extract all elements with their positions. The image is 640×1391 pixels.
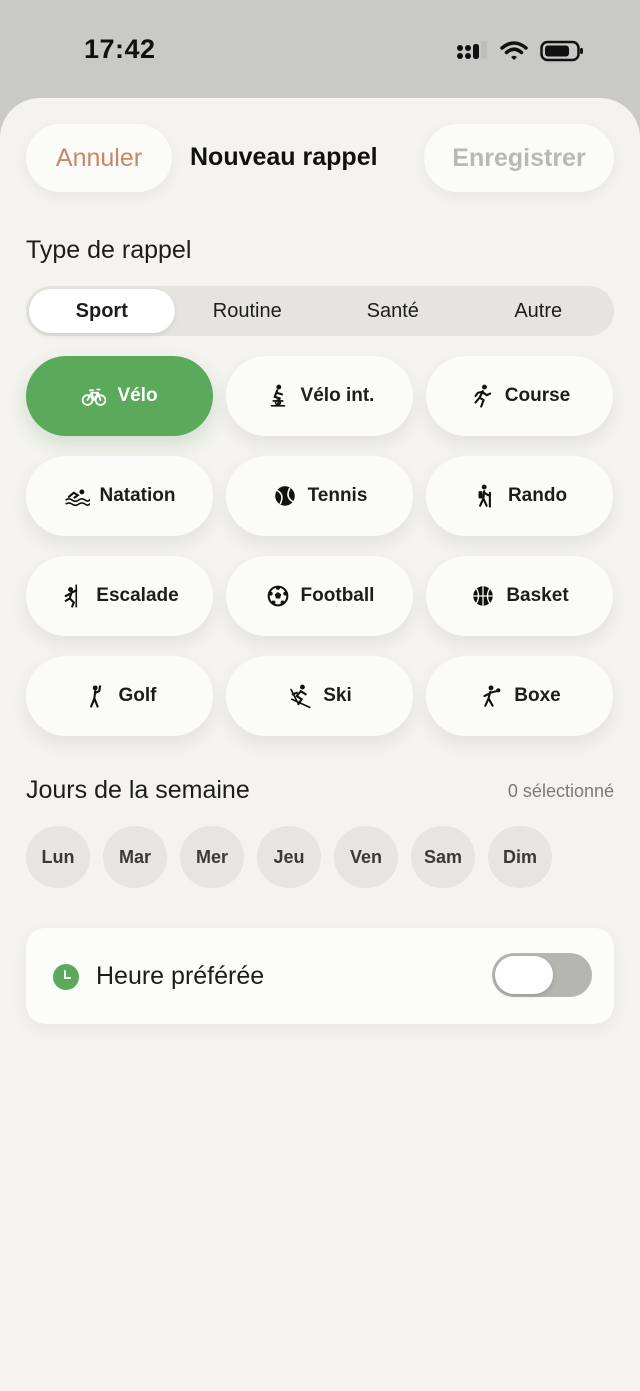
clock-icon bbox=[53, 964, 79, 990]
activity-grid: Vélo Vélo int. Course Natation Tennis Ra… bbox=[26, 356, 614, 736]
activity-label: Escalade bbox=[96, 585, 179, 606]
battery-icon bbox=[540, 40, 584, 67]
status-time: 17:42 bbox=[84, 34, 156, 64]
cancel-button[interactable]: Annuler bbox=[26, 124, 172, 192]
day-dim[interactable]: Dim bbox=[488, 826, 552, 888]
segment-sante[interactable]: Santé bbox=[320, 289, 466, 333]
cellular-signal-icon bbox=[456, 41, 488, 66]
day-sam[interactable]: Sam bbox=[411, 826, 475, 888]
activity-football[interactable]: Football bbox=[226, 556, 413, 636]
weekdays-label: Jours de la semaine bbox=[26, 776, 250, 804]
segment-routine[interactable]: Routine bbox=[175, 289, 321, 333]
boxing-icon bbox=[478, 683, 504, 709]
wifi-icon bbox=[500, 40, 528, 67]
preferred-time-row: Heure préférée bbox=[26, 928, 614, 1024]
activity-boxe[interactable]: Boxe bbox=[426, 656, 613, 736]
toggle-knob bbox=[495, 956, 553, 994]
status-icons bbox=[456, 40, 584, 67]
climbing-icon bbox=[60, 583, 86, 609]
activity-rando[interactable]: Rando bbox=[426, 456, 613, 536]
day-ven[interactable]: Ven bbox=[334, 826, 398, 888]
activity-velo-int[interactable]: Vélo int. bbox=[226, 356, 413, 436]
segment-sport[interactable]: Sport bbox=[29, 289, 175, 333]
activity-escalade[interactable]: Escalade bbox=[26, 556, 213, 636]
new-reminder-sheet: Annuler Nouveau rappel Enregistrer Type … bbox=[0, 98, 640, 1391]
swim-icon bbox=[64, 483, 90, 509]
day-mer[interactable]: Mer bbox=[180, 826, 244, 888]
reminder-type-label: Type de rappel bbox=[26, 236, 192, 264]
weekdays-selected-count: 0 sélectionné bbox=[507, 781, 614, 801]
save-button[interactable]: Enregistrer bbox=[424, 124, 614, 192]
activity-tennis[interactable]: Tennis bbox=[226, 456, 413, 536]
status-bar: 17:42 bbox=[0, 0, 640, 100]
tennis-ball-icon bbox=[272, 483, 298, 509]
activity-ski[interactable]: Ski bbox=[226, 656, 413, 736]
hiking-icon bbox=[472, 483, 498, 509]
activity-label: Vélo bbox=[117, 385, 158, 406]
segment-autre[interactable]: Autre bbox=[466, 289, 612, 333]
preferred-time-label: Heure préférée bbox=[96, 962, 265, 990]
activity-label: Basket bbox=[506, 585, 569, 606]
activity-label: Natation bbox=[99, 485, 176, 506]
weekday-picker: Lun Mar Mer Jeu Ven Sam Dim bbox=[26, 826, 552, 888]
day-lun[interactable]: Lun bbox=[26, 826, 90, 888]
activity-label: Football bbox=[300, 585, 375, 606]
activity-label: Boxe bbox=[514, 685, 561, 706]
run-icon bbox=[469, 383, 495, 409]
reminder-type-segmented-control: Sport Routine Santé Autre bbox=[26, 286, 614, 336]
golf-icon bbox=[83, 683, 109, 709]
basketball-icon bbox=[470, 583, 496, 609]
indoor-cycle-icon bbox=[265, 383, 291, 409]
ski-icon bbox=[287, 683, 313, 709]
sheet-title: Nouveau rappel bbox=[190, 143, 378, 171]
activity-label: Golf bbox=[118, 685, 157, 706]
activity-label: Course bbox=[504, 385, 571, 406]
activity-course[interactable]: Course bbox=[426, 356, 613, 436]
activity-natation[interactable]: Natation bbox=[26, 456, 213, 536]
bike-icon bbox=[81, 383, 107, 409]
activity-label: Rando bbox=[507, 485, 568, 506]
activity-label: Ski bbox=[323, 685, 352, 706]
activity-label: Vélo int. bbox=[300, 385, 375, 406]
activity-golf[interactable]: Golf bbox=[26, 656, 213, 736]
day-jeu[interactable]: Jeu bbox=[257, 826, 321, 888]
soccer-ball-icon bbox=[265, 583, 291, 609]
day-mar[interactable]: Mar bbox=[103, 826, 167, 888]
activity-label: Tennis bbox=[307, 485, 368, 506]
preferred-time-toggle[interactable] bbox=[492, 953, 592, 997]
activity-velo[interactable]: Vélo bbox=[26, 356, 213, 436]
activity-basket[interactable]: Basket bbox=[426, 556, 613, 636]
